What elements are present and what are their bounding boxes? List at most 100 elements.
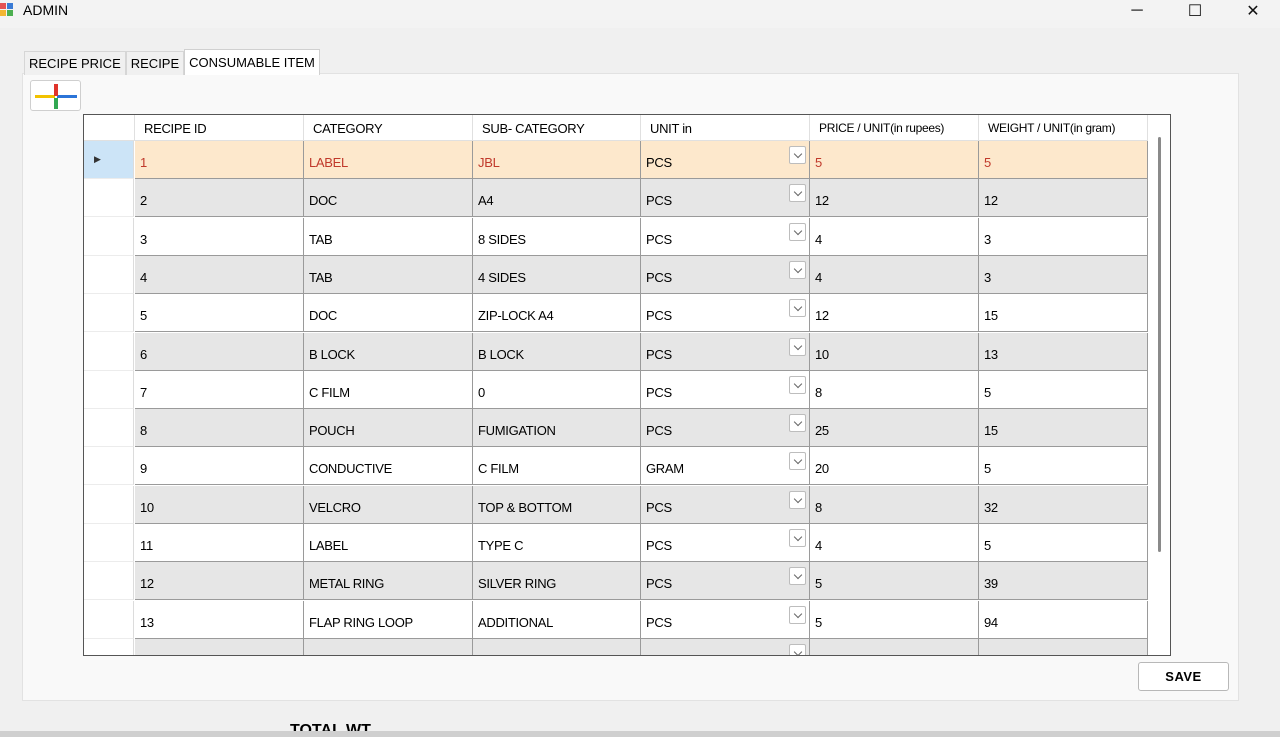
maximize-button[interactable]: ☐ xyxy=(1172,0,1218,22)
column-header-sub-category[interactable]: SUB- CATEGORY xyxy=(473,115,641,141)
row-header[interactable] xyxy=(84,255,134,294)
cell-unit[interactable]: PCS xyxy=(641,638,810,655)
cell-category[interactable]: CONDUCTIVE xyxy=(304,447,473,486)
row-header[interactable] xyxy=(84,447,134,486)
cell-category[interactable]: B LOCK xyxy=(304,332,473,371)
cell-recipe-id[interactable]: 4 xyxy=(135,255,304,294)
column-header-category[interactable]: CATEGORY xyxy=(304,115,473,141)
save-button[interactable]: SAVE xyxy=(1138,662,1229,691)
cell-recipe-id[interactable]: 8 xyxy=(135,409,304,448)
cell-weight[interactable]: 15 xyxy=(979,409,1148,448)
cell-weight[interactable]: 32 xyxy=(979,485,1148,524)
row-header[interactable] xyxy=(84,370,134,409)
cell-price[interactable]: 12 xyxy=(810,294,979,333)
cell-weight[interactable]: 5 xyxy=(979,524,1148,562)
cell-sub-category[interactable]: SILVER RING xyxy=(473,562,641,601)
cell-recipe-id[interactable]: 12 xyxy=(135,562,304,601)
cell-sub-category[interactable]: TYPE C xyxy=(473,524,641,562)
cell-unit[interactable]: PCS xyxy=(641,179,810,218)
cell-recipe-id[interactable]: 1 xyxy=(135,141,304,179)
cell-weight[interactable]: 13 xyxy=(979,332,1148,371)
cell-category[interactable]: LABEL xyxy=(304,524,473,562)
cell-recipe-id[interactable]: 10 xyxy=(135,485,304,524)
cell-weight[interactable]: 5 xyxy=(979,370,1148,409)
chevron-down-icon[interactable] xyxy=(789,260,806,279)
add-row-button[interactable] xyxy=(30,80,81,111)
cell-weight[interactable]: 94 xyxy=(979,600,1148,639)
cell-unit[interactable]: PCS xyxy=(641,294,810,333)
cell-weight[interactable]: 3 xyxy=(979,255,1148,294)
minimize-button[interactable]: ─ xyxy=(1114,0,1160,22)
cell-recipe-id[interactable]: 14 xyxy=(135,638,304,655)
cell-unit[interactable]: PCS xyxy=(641,600,810,639)
cell-category[interactable]: C FILM xyxy=(304,370,473,409)
row-header[interactable] xyxy=(84,638,134,655)
cell-weight[interactable]: 10 xyxy=(979,638,1148,655)
chevron-down-icon[interactable] xyxy=(789,146,806,164)
cell-price[interactable]: 20 xyxy=(810,447,979,486)
cell-recipe-id[interactable]: 11 xyxy=(135,524,304,562)
table-row[interactable]: 7 C FILM 0 PCS 8 5 xyxy=(84,370,1148,409)
cell-sub-category[interactable]: A4 xyxy=(473,179,641,218)
cell-weight[interactable]: 3 xyxy=(979,217,1148,256)
cell-price[interactable]: 5 xyxy=(810,141,979,179)
cell-sub-category[interactable]: ROPE xyxy=(473,638,641,655)
consumable-grid[interactable]: RECIPE ID CATEGORY SUB- CATEGORY UNIT in… xyxy=(83,114,1171,656)
cell-recipe-id[interactable]: 5 xyxy=(135,294,304,333)
cell-price[interactable]: 4 xyxy=(810,217,979,256)
chevron-down-icon[interactable] xyxy=(789,337,806,356)
column-header-recipe-id[interactable]: RECIPE ID xyxy=(135,115,304,141)
cell-category[interactable]: DOC xyxy=(304,179,473,218)
cell-recipe-id[interactable]: 6 xyxy=(135,332,304,371)
column-header-price[interactable]: PRICE / UNIT(in rupees) xyxy=(810,115,979,141)
tab-recipe[interactable]: RECIPE xyxy=(125,51,185,75)
cell-weight[interactable]: 5 xyxy=(979,447,1148,486)
cell-sub-category[interactable]: TOP & BOTTOM xyxy=(473,485,641,524)
cell-recipe-id[interactable]: 13 xyxy=(135,600,304,639)
vertical-scrollbar[interactable] xyxy=(1158,137,1161,552)
column-header-weight[interactable]: WEIGHT / UNIT(in gram) xyxy=(979,115,1148,141)
cell-price[interactable]: 5 xyxy=(810,600,979,639)
row-header[interactable] xyxy=(84,485,134,524)
row-header[interactable] xyxy=(84,217,134,256)
cell-unit[interactable]: PCS xyxy=(641,562,810,601)
cell-price[interactable]: 4 xyxy=(810,524,979,562)
cell-category[interactable]: POUCH xyxy=(304,409,473,448)
cell-sub-category[interactable]: 4 SIDES xyxy=(473,255,641,294)
cell-category[interactable]: LABEL xyxy=(304,141,473,179)
chevron-down-icon[interactable] xyxy=(789,222,806,241)
cell-sub-category[interactable]: 0 xyxy=(473,370,641,409)
cell-price[interactable]: 8 xyxy=(810,370,979,409)
cell-unit[interactable]: PCS xyxy=(641,141,810,179)
cell-recipe-id[interactable]: 2 xyxy=(135,179,304,218)
chevron-down-icon[interactable] xyxy=(789,490,806,509)
chevron-down-icon[interactable] xyxy=(789,643,806,655)
cell-unit[interactable]: PCS xyxy=(641,255,810,294)
table-row[interactable]: ▶ 1 LABEL JBL PCS 5 5 xyxy=(84,141,1148,179)
cell-unit[interactable]: GRAM xyxy=(641,447,810,486)
row-header[interactable] xyxy=(84,179,134,218)
cell-category[interactable]: METAL RING xyxy=(304,562,473,601)
cell-recipe-id[interactable]: 7 xyxy=(135,370,304,409)
cell-recipe-id[interactable]: 3 xyxy=(135,217,304,256)
cell-weight[interactable]: 12 xyxy=(979,179,1148,218)
table-row[interactable]: 13 FLAP RING LOOP ADDITIONAL PCS 5 94 xyxy=(84,600,1148,639)
cell-category[interactable]: FLAP RING LOOP xyxy=(304,600,473,639)
cell-unit[interactable]: PCS xyxy=(641,332,810,371)
table-row[interactable]: 12 METAL RING SILVER RING PCS 5 39 xyxy=(84,562,1148,601)
chevron-down-icon[interactable] xyxy=(789,299,806,318)
cell-category[interactable]: VELCRO xyxy=(304,485,473,524)
cell-category[interactable]: TAB xyxy=(304,217,473,256)
cell-sub-category[interactable]: FUMIGATION xyxy=(473,409,641,448)
close-button[interactable]: ✕ xyxy=(1230,0,1276,22)
table-row[interactable]: 14 Braided Cord ROPE PCS 1 10 xyxy=(84,638,1148,655)
cell-weight[interactable]: 5 xyxy=(979,141,1148,179)
row-header[interactable]: ▶ xyxy=(84,141,134,179)
cell-sub-category[interactable]: ADDITIONAL xyxy=(473,600,641,639)
chevron-down-icon[interactable] xyxy=(789,452,806,471)
cell-unit[interactable]: PCS xyxy=(641,370,810,409)
table-row[interactable]: 11 LABEL TYPE C PCS 4 5 xyxy=(84,524,1148,562)
chevron-down-icon[interactable] xyxy=(789,567,806,586)
table-row[interactable]: 10 VELCRO TOP & BOTTOM PCS 8 32 xyxy=(84,485,1148,524)
cell-unit[interactable]: PCS xyxy=(641,524,810,562)
